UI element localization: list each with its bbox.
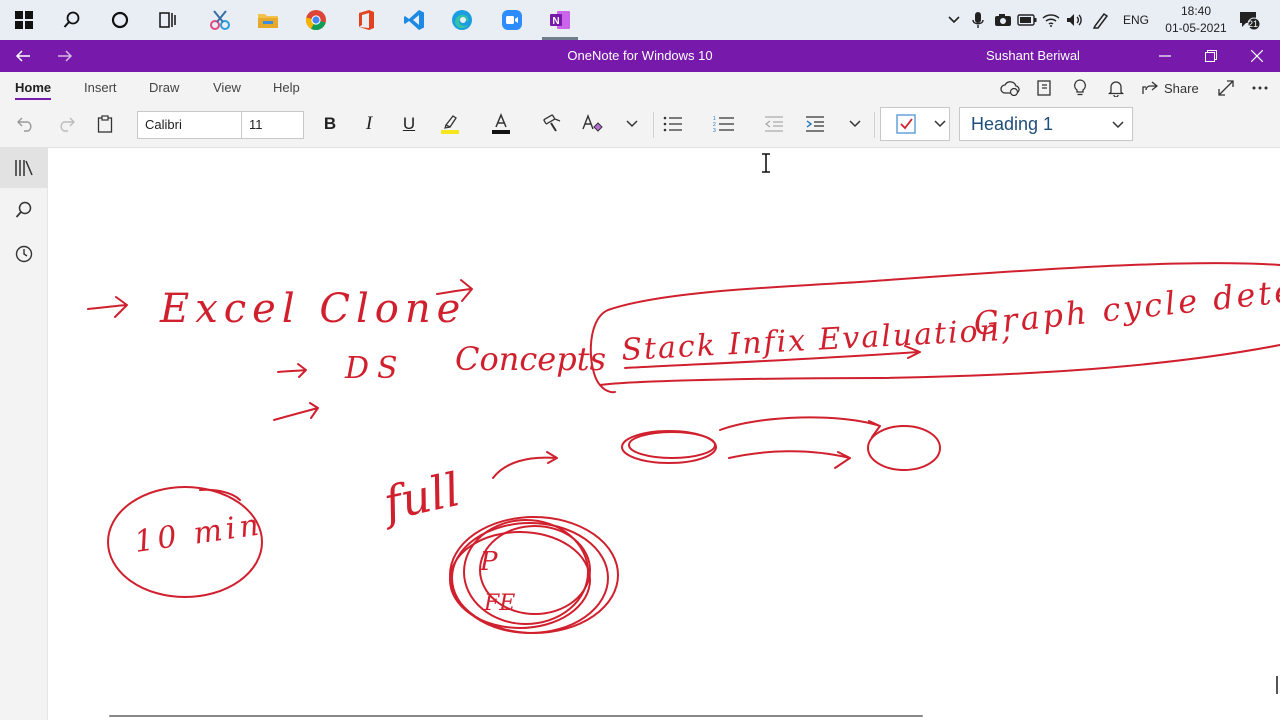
ink-text: Concepts	[455, 340, 606, 378]
page-canvas[interactable]: Excel Clone DS Concepts Stack Infix Eval…	[49, 148, 1280, 720]
window-title: OneNote for Windows 10	[567, 48, 713, 63]
search-icon[interactable]	[48, 0, 96, 40]
notebooks-icon[interactable]	[0, 148, 48, 188]
task-view-icon[interactable]	[144, 0, 192, 40]
notebook-icon[interactable]	[1032, 77, 1056, 99]
numbered-list-icon[interactable]: 123	[708, 110, 740, 138]
tab-insert[interactable]: Insert	[84, 80, 117, 95]
italic-button[interactable]: I	[353, 110, 385, 138]
edge-icon[interactable]	[438, 0, 486, 40]
windows-taskbar: N ENG 18:40 01-05-2021 21	[0, 0, 1280, 40]
notifications-icon[interactable]: 21	[1234, 0, 1264, 40]
volume-icon[interactable]	[1064, 0, 1086, 40]
language-indicator[interactable]: ENG	[1118, 0, 1154, 40]
sync-icon[interactable]	[998, 77, 1022, 99]
clear-formatting-icon[interactable]	[576, 110, 608, 138]
ink-text: Graph cycle detection	[972, 261, 1280, 343]
title-bar: OneNote for Windows 10 Sushant Beriwal	[0, 40, 1280, 72]
user-name[interactable]: Sushant Beriwal	[986, 48, 1080, 63]
chevron-down-icon[interactable]	[839, 110, 871, 138]
ink-text: Excel Clone	[159, 286, 466, 332]
font-size-field[interactable]: 11	[241, 111, 304, 139]
more-options-icon[interactable]	[1248, 77, 1272, 99]
ink-drawing: Excel Clone DS Concepts Stack Infix Eval…	[87, 261, 1280, 717]
zoom-icon[interactable]	[488, 0, 536, 40]
search-icon[interactable]	[0, 190, 48, 230]
share-button[interactable]: Share	[1142, 77, 1200, 99]
pen-icon[interactable]	[1090, 0, 1112, 40]
chevron-down-icon	[934, 120, 946, 128]
tab-draw[interactable]: Draw	[149, 80, 179, 95]
style-label: Heading 1	[971, 113, 1054, 134]
checkbox-tag-icon	[896, 114, 916, 134]
clipboard-icon[interactable]	[89, 110, 121, 138]
notification-count: 21	[1247, 19, 1258, 29]
chevron-up-icon[interactable]	[944, 0, 964, 40]
clock-date: 01-05-2021	[1165, 21, 1227, 35]
windows-start-icon[interactable]	[0, 0, 48, 40]
microphone-icon[interactable]	[968, 0, 988, 40]
font-name-field[interactable]: Calibri	[137, 111, 242, 139]
style-dropdown[interactable]: Heading 1	[959, 107, 1133, 141]
tag-dropdown[interactable]	[880, 107, 950, 141]
close-icon[interactable]	[1234, 40, 1280, 72]
tab-help[interactable]: Help	[273, 80, 300, 95]
undo-icon[interactable]	[10, 110, 42, 138]
snipping-tool-icon[interactable]	[196, 0, 244, 40]
share-icon	[1142, 81, 1158, 94]
chevron-down-icon[interactable]	[616, 110, 648, 138]
chrome-icon[interactable]	[292, 0, 340, 40]
text-cursor-icon	[760, 153, 772, 178]
vscode-icon[interactable]	[390, 0, 438, 40]
ink-text: DS	[344, 351, 406, 386]
fullscreen-icon[interactable]	[1214, 77, 1238, 99]
ink-text: Stack Infix Evaluation,	[621, 313, 1014, 368]
ink-text: 10 min	[132, 507, 265, 560]
bell-icon[interactable]	[1104, 77, 1128, 99]
svg-text:N: N	[552, 16, 559, 27]
ink-text: full	[376, 462, 465, 531]
bold-button[interactable]: B	[314, 110, 346, 138]
divider	[874, 112, 875, 138]
file-explorer-icon[interactable]	[244, 0, 292, 40]
decrease-indent-icon[interactable]	[758, 110, 790, 138]
battery-icon[interactable]	[1016, 0, 1038, 40]
lightbulb-icon[interactable]	[1068, 77, 1092, 99]
tab-home[interactable]: Home	[15, 80, 52, 100]
bullet-list-icon[interactable]	[657, 110, 689, 138]
format-painter-icon[interactable]	[536, 110, 568, 138]
ink-text: FE	[483, 591, 515, 616]
highlight-icon[interactable]	[434, 110, 466, 138]
divider	[653, 112, 654, 138]
vertical-scrollbar[interactable]	[1276, 676, 1278, 694]
font-color-icon[interactable]	[485, 110, 517, 138]
left-navigation	[0, 148, 48, 720]
clock-time: 18:40	[1180, 4, 1212, 18]
tab-view[interactable]: View	[213, 80, 241, 95]
ink-text: P	[479, 547, 498, 577]
ribbon: Home Insert Draw View Help Share Calibri…	[0, 72, 1280, 148]
minimize-icon[interactable]	[1142, 40, 1188, 72]
wifi-icon[interactable]	[1040, 0, 1062, 40]
cortana-icon[interactable]	[96, 0, 144, 40]
svg-text:3: 3	[713, 128, 716, 133]
chevron-down-icon	[1112, 121, 1124, 129]
underline-button[interactable]: U	[393, 110, 425, 138]
camera-icon[interactable]	[992, 0, 1014, 40]
increase-indent-icon[interactable]	[799, 110, 831, 138]
share-label: Share	[1164, 80, 1199, 96]
office-icon[interactable]	[342, 0, 390, 40]
clock[interactable]: 18:40 01-05-2021	[1160, 3, 1232, 37]
onenote-icon[interactable]: N	[536, 0, 584, 40]
restore-icon[interactable]	[1188, 40, 1234, 72]
redo-icon[interactable]	[50, 110, 82, 138]
recent-notes-icon[interactable]	[0, 234, 48, 274]
